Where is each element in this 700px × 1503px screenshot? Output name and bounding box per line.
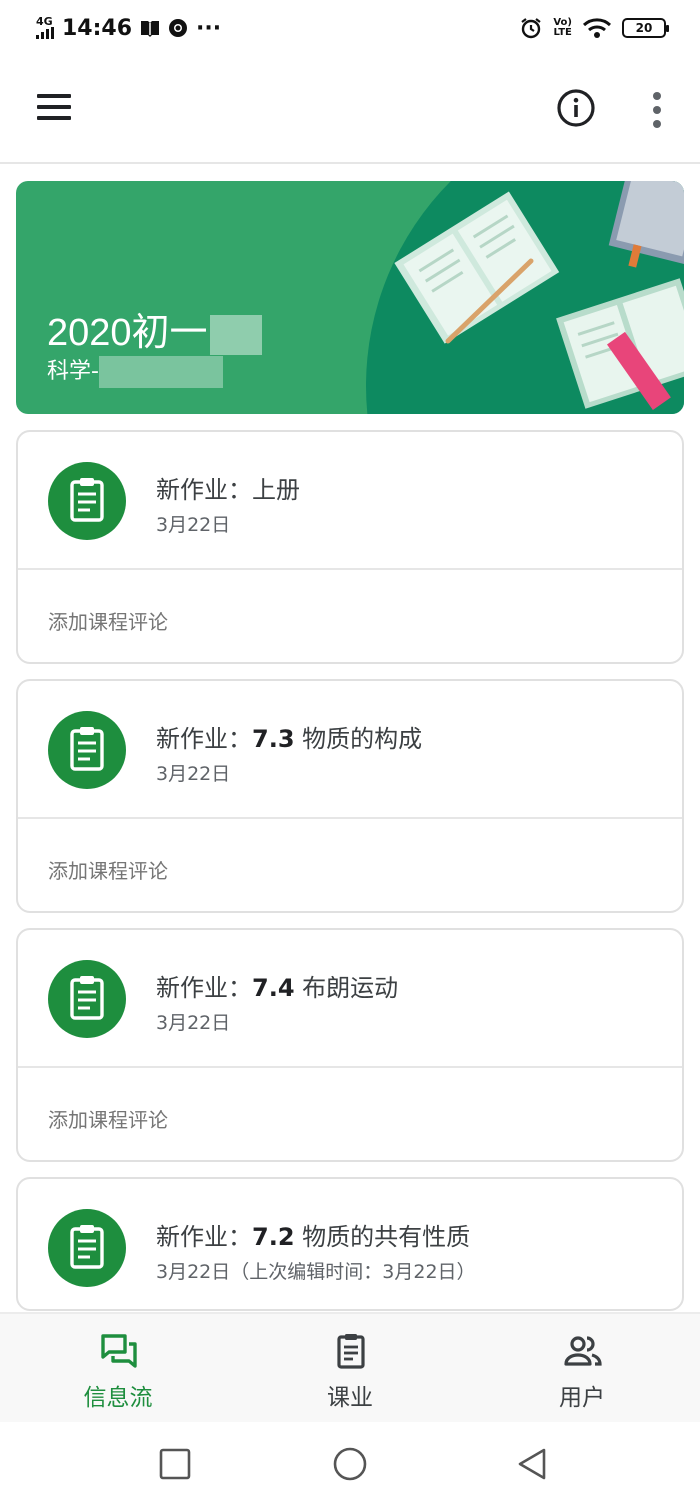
assignment-number: 7.4 — [252, 974, 295, 1002]
alarm-icon — [521, 18, 542, 39]
volte-bottom: LTE — [553, 27, 572, 38]
info-icon[interactable] — [556, 88, 596, 128]
feed-card: 新作业：7.2 物质的共有性质 3月22日（上次编辑时间：3月22日） — [16, 1177, 684, 1311]
status-bar: 4G 14:46 ··· Vo) LTE 20 — [0, 0, 700, 56]
assignment-item[interactable]: 新作业：7.3 物质的构成 3月22日 — [18, 681, 682, 819]
assignment-number: 7.3 — [252, 725, 295, 753]
feed-card: 新作业：上册 3月22日 添加课程评论 — [16, 430, 684, 664]
classwork-icon — [337, 1334, 365, 1369]
assignment-name: 物质的共有性质 — [302, 1223, 471, 1251]
status-more: ··· — [196, 15, 222, 41]
add-class-comment[interactable]: 添加课程评论 — [18, 819, 682, 911]
assignment-item[interactable]: 新作业：上册 3月22日 — [18, 432, 682, 570]
assignment-prefix: 新作业： — [156, 1223, 252, 1251]
assignment-title: 新作业：7.3 物质的构成 — [156, 719, 422, 754]
network-signal-icon: 4G — [36, 15, 54, 39]
back-triangle-icon[interactable] — [512, 1444, 552, 1484]
class-title-text: 2020初一 — [47, 312, 208, 354]
class-subtitle: 科学- — [47, 353, 223, 388]
assignment-name: 上册 — [252, 476, 300, 504]
chrome-icon — [169, 19, 188, 37]
redacted-block — [209, 314, 262, 355]
status-right: Vo) LTE 20 — [519, 16, 669, 40]
class-banner[interactable]: 2020初一 科学- — [16, 181, 684, 414]
recents-square-icon[interactable] — [155, 1444, 195, 1484]
assignment-item[interactable]: 新作业：7.2 物质的共有性质 3月22日（上次编辑时间：3月22日） — [18, 1179, 682, 1309]
tab-stream[interactable]: 信息流 — [38, 1330, 198, 1414]
feed-card: 新作业：7.3 物质的构成 3月22日 添加课程评论 — [16, 679, 684, 913]
assignment-icon — [48, 462, 126, 540]
feed-card: 新作业：7.4 布朗运动 3月22日 添加课程评论 — [16, 928, 684, 1162]
assignment-prefix: 新作业： — [156, 476, 252, 504]
tab-classwork-label: 课业 — [327, 1385, 373, 1411]
assignment-title: 新作业：7.4 布朗运动 — [156, 968, 398, 1003]
battery-level: 20 — [635, 21, 653, 35]
assignment-number: 7.2 — [252, 1223, 295, 1251]
assignment-title: 新作业：上册 — [156, 470, 300, 505]
assignment-name: 物质的构成 — [302, 725, 423, 753]
hamburger-menu-icon[interactable] — [34, 92, 74, 122]
book-app-icon — [141, 21, 160, 37]
app-bar — [0, 56, 700, 164]
tab-classwork[interactable]: 课业 — [270, 1330, 430, 1414]
assignment-prefix: 新作业： — [156, 974, 252, 1002]
assignment-icon — [48, 960, 126, 1038]
tab-people-label: 用户 — [559, 1385, 605, 1411]
redacted-block — [98, 356, 223, 388]
assignment-date: 3月22日 — [156, 1012, 231, 1034]
assignment-date: 3月22日（上次编辑时间：3月22日） — [156, 1261, 476, 1283]
status-time: 14:46 — [62, 15, 133, 41]
home-circle-icon[interactable] — [330, 1444, 370, 1484]
add-class-comment[interactable]: 添加课程评论 — [18, 1068, 682, 1160]
assignment-date: 3月22日 — [156, 763, 231, 785]
people-icon — [564, 1336, 602, 1366]
assignment-title: 新作业：7.2 物质的共有性质 — [156, 1217, 470, 1252]
assignment-date: 3月22日 — [156, 514, 231, 536]
tab-people[interactable]: 用户 — [502, 1330, 662, 1414]
class-subtitle-text: 科学- — [47, 359, 99, 384]
assignment-prefix: 新作业： — [156, 725, 252, 753]
system-navigation-bar — [0, 1422, 700, 1503]
wifi-icon — [582, 18, 612, 38]
stream-icon — [101, 1334, 137, 1368]
class-title: 2020初一 — [47, 301, 262, 356]
volte-icon: Vo) LTE — [553, 18, 572, 38]
add-class-comment[interactable]: 添加课程评论 — [18, 570, 682, 662]
assignment-name: 布朗运动 — [302, 974, 399, 1002]
more-vert-icon[interactable] — [644, 90, 670, 130]
assignment-icon — [48, 711, 126, 789]
battery-icon: 20 — [622, 18, 669, 38]
assignment-icon — [48, 1209, 126, 1287]
tab-stream-label: 信息流 — [83, 1385, 153, 1411]
status-left: 4G 14:46 ··· — [36, 16, 221, 41]
bottom-navigation: 信息流 课业 用户 — [0, 1312, 700, 1422]
assignment-item[interactable]: 新作业：7.4 布朗运动 3月22日 — [18, 930, 682, 1068]
network-type: 4G — [36, 15, 53, 28]
